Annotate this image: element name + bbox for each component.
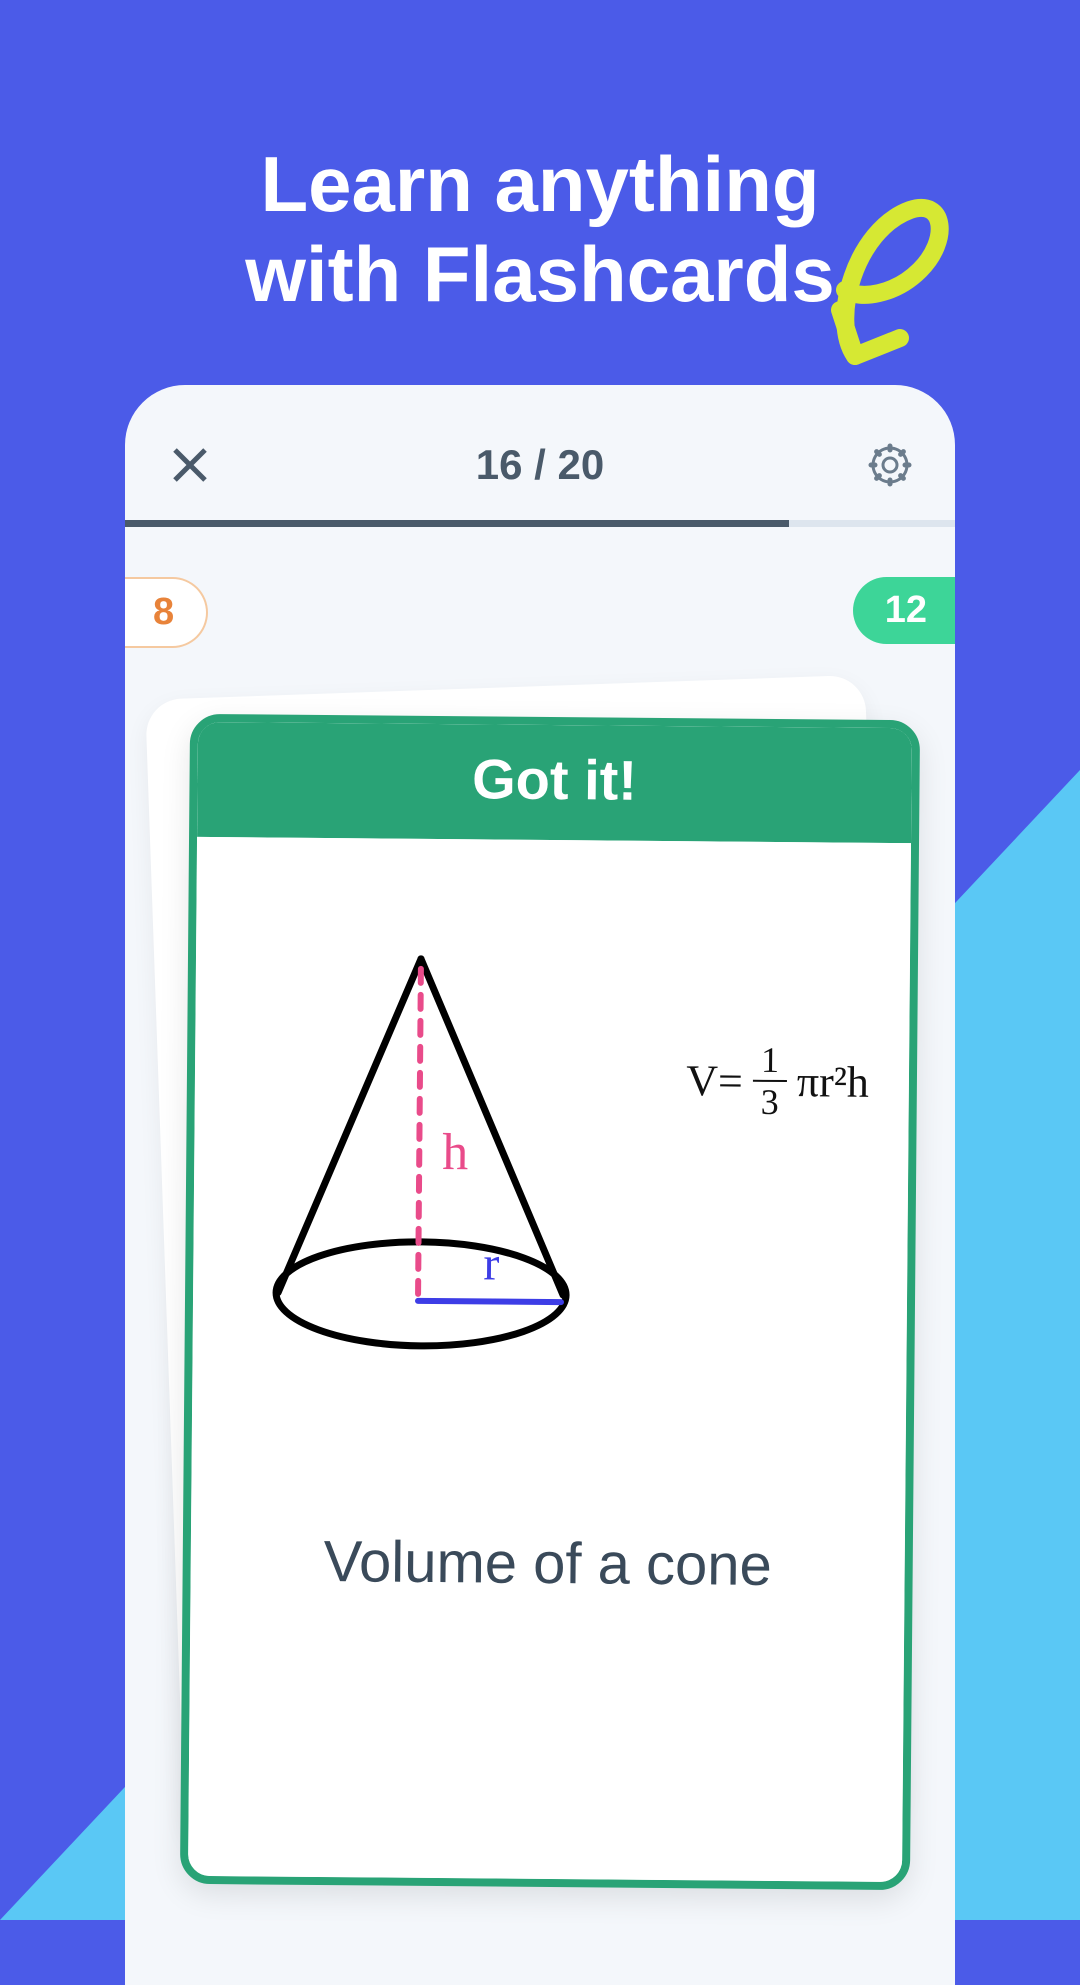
close-button[interactable]	[165, 440, 215, 490]
fraction-numerator: 1	[753, 1042, 787, 1082]
arrow-icon	[800, 170, 960, 375]
phone-header: 16 / 20	[125, 385, 955, 520]
gear-icon	[867, 442, 913, 488]
flashcard-front[interactable]: Got it! h r	[180, 714, 920, 1890]
score-badges: 8 12	[125, 527, 955, 667]
phone-frame: 16 / 20 8 12 Got it!	[125, 385, 955, 1985]
formula-fraction: 1 3	[753, 1042, 788, 1120]
flashcard-body: h r V= 1 3 πr²h Volume of a cone	[188, 837, 911, 1882]
height-label: h	[442, 1124, 468, 1181]
progress-bar	[125, 520, 955, 527]
incorrect-count-badge: 8	[125, 577, 208, 648]
cone-diagram: h r V= 1 3 πr²h	[222, 947, 880, 1433]
formula-rhs: πr²h	[797, 1056, 870, 1108]
progress-bar-fill	[125, 520, 789, 527]
progress-counter: 16 / 20	[476, 441, 604, 489]
flashcard-status-header: Got it!	[197, 722, 912, 843]
flashcard-caption: Volume of a cone	[220, 1527, 875, 1600]
volume-formula: V= 1 3 πr²h	[686, 1041, 869, 1121]
correct-count-badge: 12	[853, 577, 955, 644]
close-icon	[169, 444, 211, 486]
formula-lhs: V=	[686, 1055, 743, 1106]
flashcard-stack: Got it! h r	[125, 687, 955, 1887]
fraction-denominator: 3	[761, 1082, 779, 1120]
settings-button[interactable]	[865, 440, 915, 490]
radius-label: r	[483, 1237, 499, 1290]
